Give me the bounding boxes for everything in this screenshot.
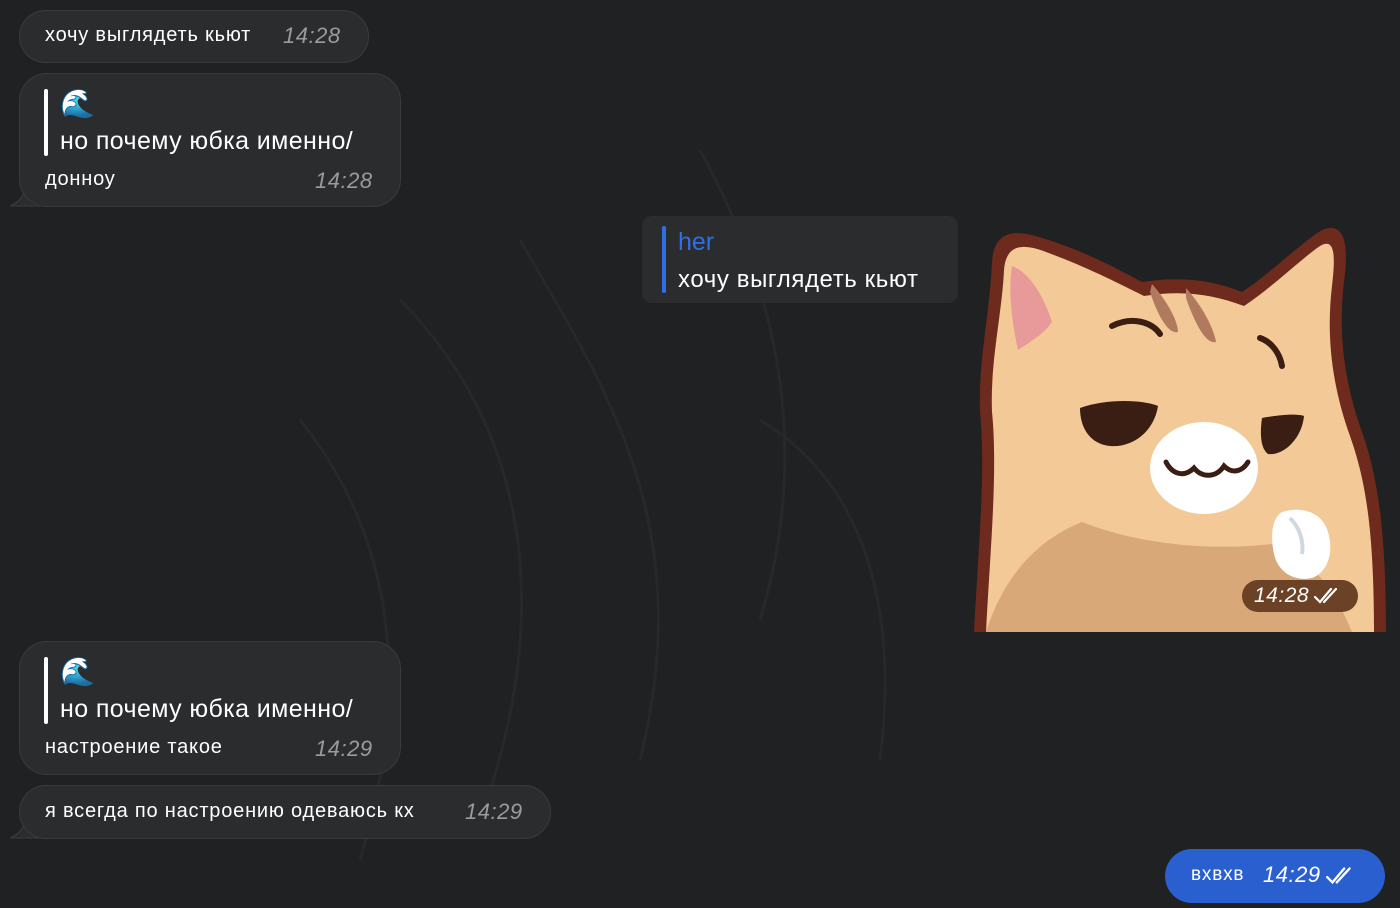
- message-time: 14:28: [283, 23, 341, 48]
- message-text: донноу: [45, 168, 116, 190]
- cat-sticker[interactable]: [972, 222, 1386, 632]
- message-text: настроение такое: [45, 736, 223, 758]
- quote-bar: [44, 89, 48, 156]
- message-text: я всегда по настроению одеваюсь кх: [45, 800, 415, 822]
- message-bubble-incoming[interactable]: я всегда по настроению одеваюсь кх 14:29: [19, 785, 551, 839]
- message-time: 14:29: [315, 736, 373, 761]
- double-check-icon: [1313, 587, 1338, 604]
- sticker-time-badge: 14:28: [1242, 580, 1358, 612]
- quote-bar: [44, 657, 48, 724]
- reply-author: her: [678, 228, 715, 256]
- quote-text: но почему юбка именно/: [60, 695, 354, 723]
- message-time: 14:28: [315, 168, 373, 193]
- message-text: хочу выглядеть кьют: [45, 24, 252, 46]
- reply-preview[interactable]: her хочу выглядеть кьют: [642, 216, 958, 303]
- quote-text: но почему юбка именно/: [60, 127, 354, 155]
- message-time: 14:29: [1263, 862, 1321, 887]
- message-bubble-incoming[interactable]: хочу выглядеть кьют 14:28: [19, 10, 369, 63]
- message-time: 14:28: [1254, 584, 1310, 607]
- message-bubble-outgoing[interactable]: вхвхв 14:29: [1165, 849, 1385, 903]
- message-bubble-incoming-quote[interactable]: 🌊 но почему юбка именно/ настроение тако…: [19, 641, 401, 775]
- reply-bar: [662, 226, 666, 293]
- reply-text: хочу выглядеть кьют: [678, 266, 919, 293]
- message-text: вхвхв: [1191, 864, 1245, 885]
- message-time: 14:29: [465, 799, 523, 824]
- wave-icon: 🌊: [60, 656, 95, 687]
- message-bubble-incoming-quote[interactable]: 🌊 но почему юбка именно/ донноу 14:28: [19, 73, 401, 207]
- wave-icon: 🌊: [60, 88, 95, 119]
- double-check-icon: [1325, 867, 1351, 885]
